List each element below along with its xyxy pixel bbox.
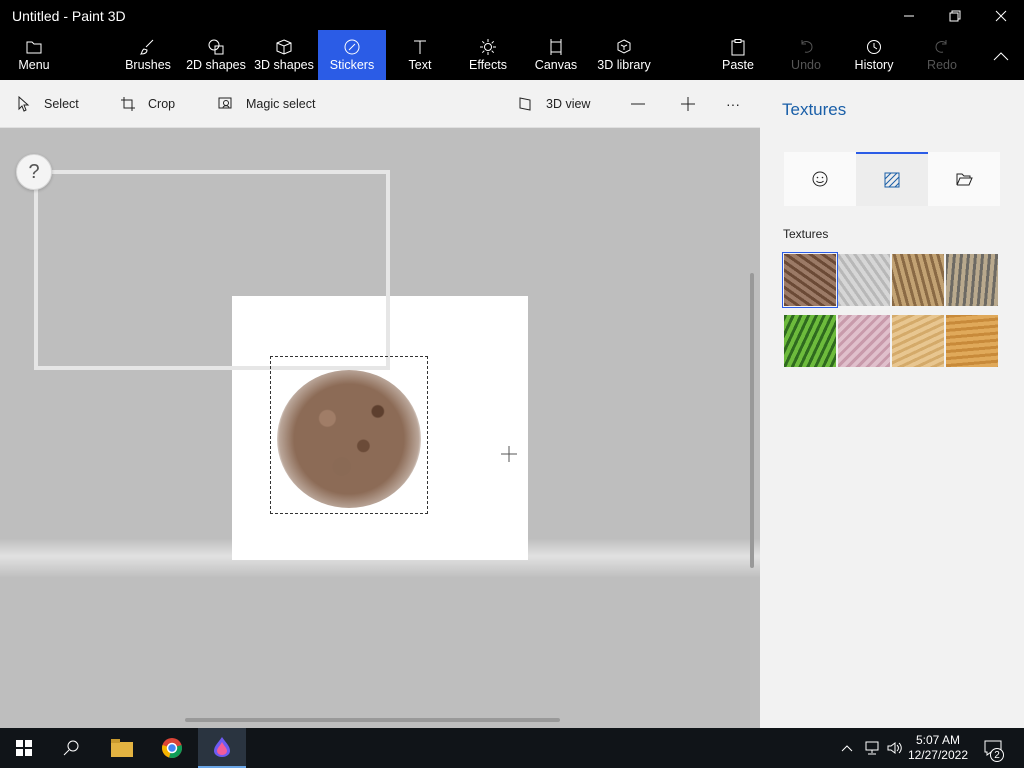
canvas-workspace[interactable]: ?	[0, 128, 760, 728]
redo-icon	[935, 40, 947, 53]
search-icon	[63, 740, 79, 756]
history-button[interactable]: History	[848, 30, 900, 80]
restore-button[interactable]	[932, 0, 978, 32]
crop-tool[interactable]: Crop	[120, 80, 175, 128]
vertical-scrollbar[interactable]	[750, 273, 754, 568]
3d-view-icon	[519, 97, 531, 111]
canvas-icon	[550, 39, 562, 55]
cube-icon	[276, 39, 292, 55]
chevron-up-icon	[841, 745, 853, 752]
notifications-button[interactable]: 2	[978, 728, 1008, 768]
minimize-icon	[904, 15, 914, 17]
magic-select-icon	[218, 97, 232, 109]
system-clock[interactable]: 5:07 AM 12/27/2022	[908, 733, 968, 763]
2d-shapes-icon	[208, 39, 224, 55]
zoom-out-button[interactable]	[630, 80, 646, 128]
tool-stickers[interactable]: Stickers	[318, 30, 386, 80]
sticker-icon	[344, 39, 360, 55]
sticker-face-icon	[812, 171, 828, 187]
paste-button[interactable]: Paste	[714, 30, 762, 80]
history-icon	[867, 40, 881, 54]
network-icon	[865, 741, 879, 755]
texture-swatch-granite[interactable]	[838, 254, 890, 306]
undo-button[interactable]: Undo	[782, 30, 830, 80]
app-bar: Untitled - Paint 3D Menu Brushes 2D shap…	[0, 0, 1024, 80]
undo-icon	[801, 40, 813, 53]
textures-section-label: Textures	[783, 227, 829, 241]
folder-open-icon	[956, 173, 973, 186]
file-explorer-button[interactable]	[98, 728, 146, 768]
chrome-button[interactable]	[148, 728, 196, 768]
crop-icon	[121, 97, 135, 111]
taskbar: 5:07 AM 12/27/2022 2	[0, 728, 1024, 768]
menu-button[interactable]: Menu	[10, 30, 58, 80]
speaker-icon	[887, 742, 902, 754]
tab-textures[interactable]	[856, 152, 928, 206]
notification-count: 2	[990, 748, 1004, 762]
texture-swatch-sand[interactable]	[892, 315, 944, 367]
texture-swatch-pink-marble[interactable]	[838, 315, 890, 367]
volume-button[interactable]	[884, 728, 906, 768]
start-button[interactable]	[0, 728, 48, 768]
horizontal-scrollbar[interactable]	[185, 718, 560, 722]
tab-stickers[interactable]	[784, 152, 856, 206]
network-button[interactable]	[860, 728, 882, 768]
plus-icon	[681, 97, 695, 111]
text-icon	[414, 40, 426, 54]
minimize-button[interactable]	[886, 0, 932, 32]
texture-swatch-pebbles[interactable]	[946, 254, 998, 306]
clock-time: 5:07 AM	[915, 733, 960, 747]
crosshair-cursor-icon	[501, 446, 517, 462]
close-icon	[995, 10, 1007, 22]
tab-custom[interactable]	[928, 152, 1000, 206]
brush-icon	[139, 39, 154, 55]
show-hidden-icons-button[interactable]	[836, 728, 858, 768]
file-explorer-icon	[111, 739, 133, 757]
3d-library-icon	[617, 39, 631, 54]
chevron-up-icon	[993, 52, 1009, 61]
selection-toolbar: Select Crop Magic select 3D view ···	[0, 80, 760, 128]
tool-effects[interactable]: Effects	[460, 30, 516, 80]
tool-brushes[interactable]: Brushes	[118, 30, 178, 80]
textures-panel: Textures Textures	[760, 80, 1024, 728]
restore-icon	[949, 10, 961, 22]
help-button[interactable]: ?	[16, 154, 52, 190]
chrome-icon	[162, 738, 182, 758]
panel-title: Textures	[782, 100, 847, 119]
search-button[interactable]	[48, 728, 96, 768]
windows-icon	[16, 740, 32, 756]
zoom-in-button[interactable]	[680, 80, 696, 128]
minus-icon	[631, 103, 645, 105]
paint3d-icon	[214, 737, 230, 757]
view-frame	[34, 170, 390, 370]
clipboard-icon	[731, 39, 745, 56]
select-tool[interactable]: Select	[16, 80, 79, 128]
tool-2d-shapes[interactable]: 2D shapes	[184, 30, 248, 80]
tool-canvas[interactable]: Canvas	[528, 30, 584, 80]
redo-button[interactable]: Redo	[918, 30, 966, 80]
magic-select-tool[interactable]: Magic select	[218, 80, 315, 128]
window-title: Untitled - Paint 3D	[12, 8, 126, 24]
sticker-tabs	[784, 152, 1000, 206]
texture-icon	[884, 172, 900, 188]
close-button[interactable]	[978, 0, 1024, 32]
texture-swatch-bark[interactable]	[782, 252, 838, 308]
tool-text[interactable]: Text	[396, 30, 444, 80]
folder-icon	[26, 41, 42, 54]
more-options-button[interactable]: ···	[726, 80, 740, 128]
tool-3d-shapes[interactable]: 3D shapes	[252, 30, 316, 80]
3d-view-toggle[interactable]: 3D view	[518, 80, 590, 128]
sun-icon	[480, 39, 496, 55]
collapse-toolbar-button[interactable]	[978, 40, 1024, 72]
selection-box[interactable]	[270, 356, 428, 514]
clock-date: 12/27/2022	[907, 748, 968, 762]
texture-swatch-wood[interactable]	[946, 315, 998, 367]
texture-swatch-wood-hair[interactable]	[892, 254, 944, 306]
cursor-icon	[18, 96, 30, 112]
paint3d-taskbar-button[interactable]	[198, 728, 246, 768]
texture-swatch-leaves[interactable]	[784, 315, 836, 367]
tool-3d-library[interactable]: 3D library	[594, 30, 654, 80]
